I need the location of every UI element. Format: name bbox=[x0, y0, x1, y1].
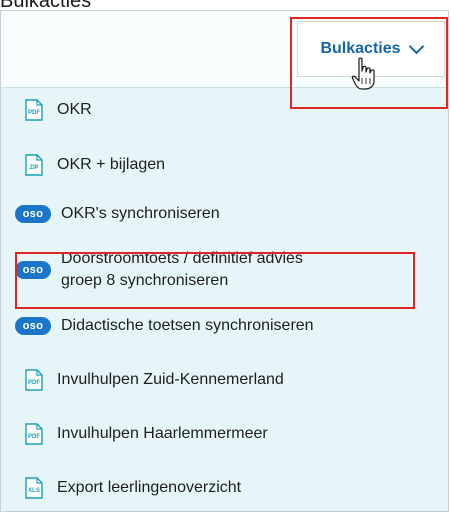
menu-item-label-line1: Doorstroomtoets / definitief advies bbox=[61, 250, 303, 267]
menu-item-okr-synchroniseren[interactable]: oso OKR's synchroniseren bbox=[15, 205, 439, 223]
menu-item-label: Export leerlingenoverzicht bbox=[57, 479, 242, 496]
svg-text:PDF: PDF bbox=[28, 380, 40, 386]
svg-text:XLS: XLS bbox=[28, 488, 40, 494]
svg-text:PDF: PDF bbox=[28, 110, 40, 116]
pdf-file-icon: PDF bbox=[25, 99, 43, 121]
oso-badge-icon: oso bbox=[15, 261, 51, 279]
bulk-actions-label: Bulkacties bbox=[320, 40, 401, 57]
menu-item-invulhulpen-zuid-kennemerland[interactable]: PDF Invulhulpen Zuid-Kennemerland bbox=[19, 369, 439, 391]
bulk-actions-panel: Bulkacties PDF OKR ZIP OKR + bijlagen os… bbox=[0, 10, 449, 512]
menu-item-label-line2: groep 8 synchroniseren bbox=[61, 272, 229, 289]
menu-item-invulhulpen-haarlemmermeer[interactable]: PDF Invulhulpen Haarlemmermeer bbox=[19, 423, 439, 445]
oso-badge-icon: oso bbox=[15, 317, 51, 335]
toolbar: Bulkacties bbox=[1, 11, 448, 88]
menu-item-label: OKR bbox=[57, 101, 92, 118]
menu-item-label: Invulhulpen Zuid-Kennemerland bbox=[57, 371, 284, 388]
svg-text:PDF: PDF bbox=[28, 434, 40, 440]
menu-item-label: Invulhulpen Haarlemmermeer bbox=[57, 425, 268, 442]
menu-item-doorstroomtoets[interactable]: oso Doorstroomtoets / definitief advies … bbox=[15, 248, 439, 292]
chevron-down-icon bbox=[408, 38, 424, 54]
menu-item-export-leerlingenoverzicht[interactable]: XLS Export leerlingenoverzicht bbox=[19, 477, 439, 499]
zip-file-icon: ZIP bbox=[25, 154, 43, 176]
svg-text:ZIP: ZIP bbox=[29, 165, 38, 171]
menu-item-okr[interactable]: PDF OKR bbox=[19, 99, 439, 121]
xls-file-icon: XLS bbox=[25, 477, 43, 499]
bulk-actions-button[interactable]: Bulkacties bbox=[297, 21, 445, 77]
menu-item-label: Didactische toetsen synchroniseren bbox=[61, 317, 314, 334]
menu-item-label: Doorstroomtoets / definitief advies groe… bbox=[61, 248, 303, 292]
menu-item-label: OKR's synchroniseren bbox=[61, 205, 220, 222]
menu-item-didactische-toetsen[interactable]: oso Didactische toetsen synchroniseren bbox=[15, 317, 439, 335]
oso-badge-icon: oso bbox=[15, 205, 51, 223]
pdf-file-icon: PDF bbox=[25, 369, 43, 391]
menu-item-okr-bijlagen[interactable]: ZIP OKR + bijlagen bbox=[19, 154, 439, 176]
pdf-file-icon: PDF bbox=[25, 423, 43, 445]
menu-item-label: OKR + bijlagen bbox=[57, 156, 166, 173]
